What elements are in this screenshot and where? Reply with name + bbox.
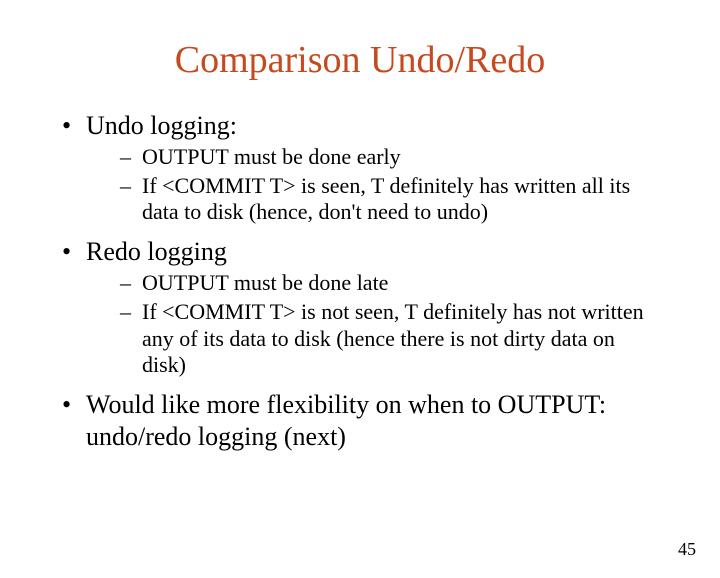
bullet-text: Would like more flexibility on when to O…	[86, 390, 606, 451]
list-item: Redo logging OUTPUT must be done late If…	[56, 236, 664, 379]
slide-content: Undo logging: OUTPUT must be done early …	[0, 110, 720, 453]
bullet-text: Redo logging	[86, 237, 227, 266]
slide-title: Comparison Undo/Redo	[0, 38, 720, 82]
sub-list: OUTPUT must be done late If <COMMIT T> i…	[86, 270, 664, 379]
list-item: If <COMMIT T> is not seen, T definitely …	[120, 299, 664, 379]
list-item: Undo logging: OUTPUT must be done early …	[56, 110, 664, 226]
slide: Comparison Undo/Redo Undo logging: OUTPU…	[0, 38, 720, 578]
bullet-text: If <COMMIT T> is not seen, T definitely …	[142, 299, 644, 378]
page-number: 45	[678, 539, 696, 560]
bullet-text: Undo logging:	[86, 111, 237, 140]
list-item: OUTPUT must be done early	[120, 144, 664, 171]
list-item: If <COMMIT T> is seen, T definitely has …	[120, 173, 664, 227]
bullet-text: OUTPUT must be done late	[142, 270, 388, 295]
bullet-list: Undo logging: OUTPUT must be done early …	[56, 110, 664, 453]
bullet-text: OUTPUT must be done early	[142, 144, 401, 169]
list-item: Would like more flexibility on when to O…	[56, 389, 664, 452]
list-item: OUTPUT must be done late	[120, 270, 664, 297]
sub-list: OUTPUT must be done early If <COMMIT T> …	[86, 144, 664, 226]
bullet-text: If <COMMIT T> is seen, T definitely has …	[142, 173, 630, 225]
